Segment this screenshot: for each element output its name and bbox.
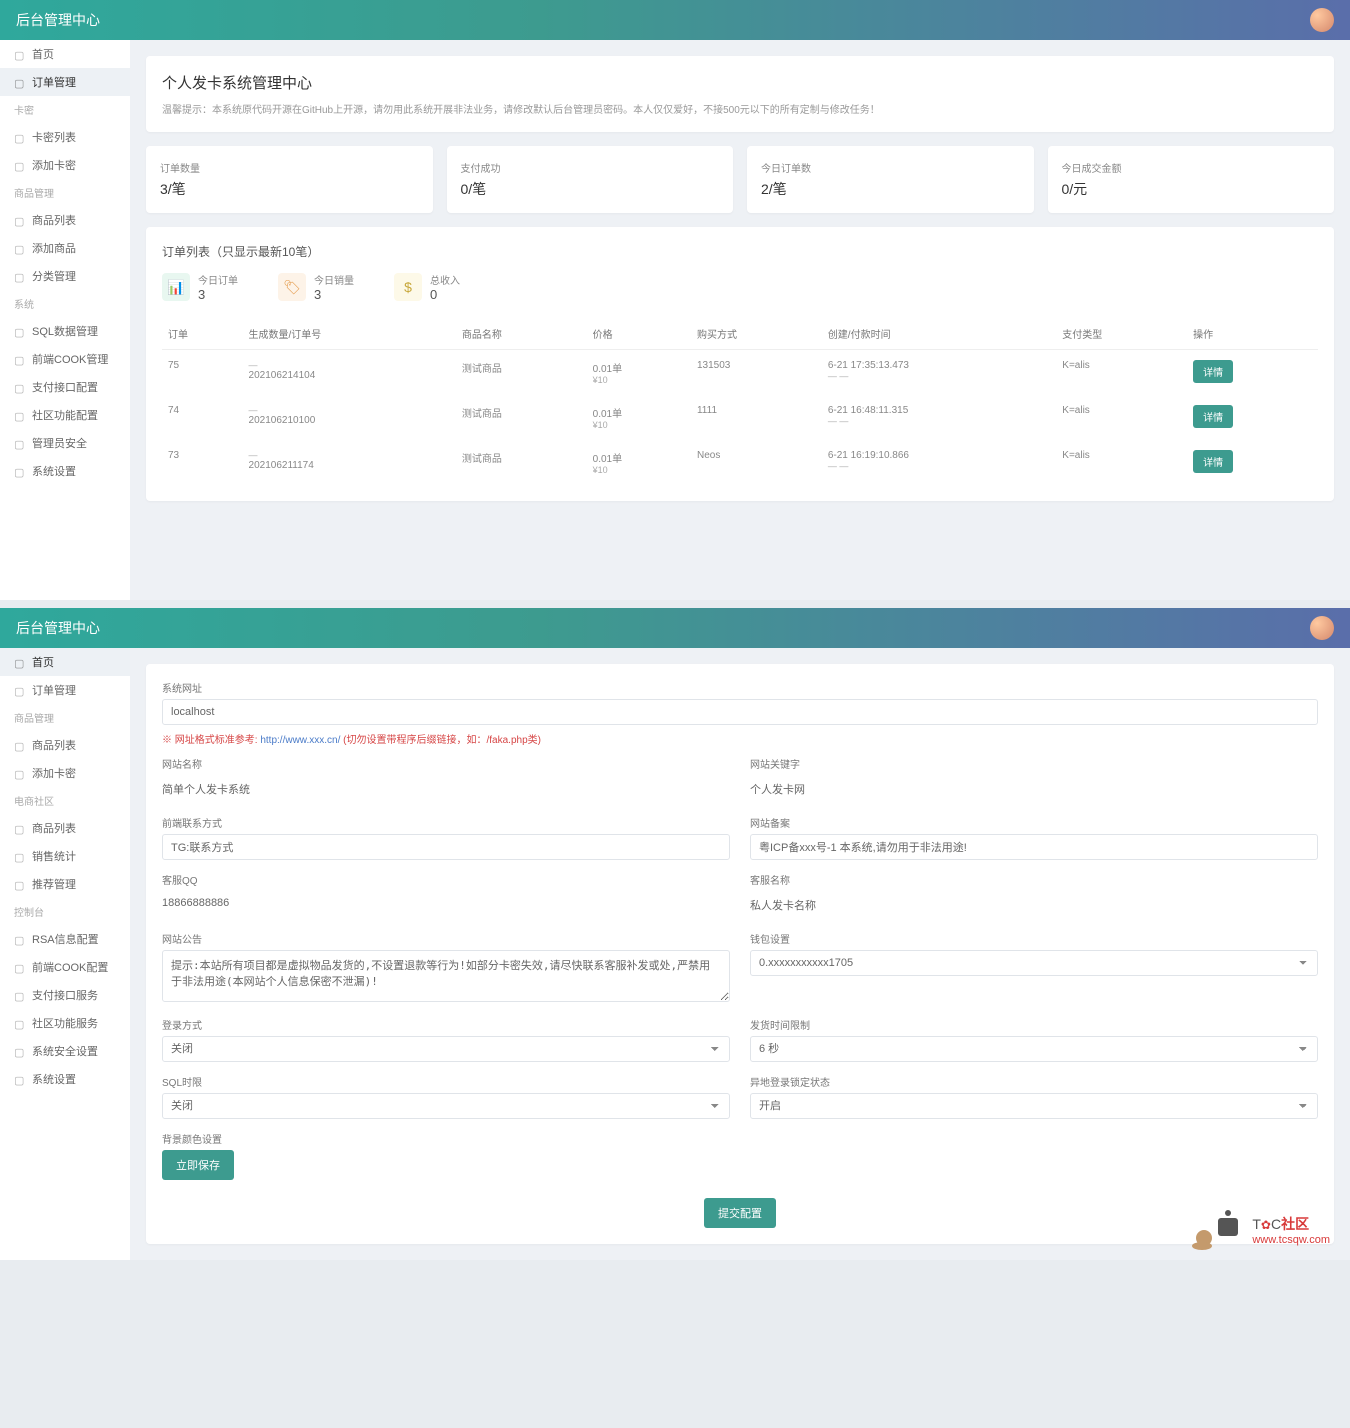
- chart-icon: 📊: [162, 273, 190, 301]
- site-name-value: 简单个人发卡系统: [162, 775, 730, 803]
- sidebar-item[interactable]: ▢系统安全设置: [0, 1037, 130, 1065]
- sidebar-item-orders[interactable]: ▢订单管理: [0, 676, 130, 704]
- sidebar-item-home[interactable]: ▢首页: [0, 648, 130, 676]
- tag-icon: 🏷: [278, 273, 306, 301]
- table-row: 74 —202106210100 测试商品 0.01单¥10 1111 6-21…: [162, 395, 1318, 440]
- orders-table: 订单 生成数量/订单号 商品名称 价格 购买方式 创建/付款时间 支付类型 操作…: [162, 318, 1318, 485]
- header-title: 后台管理中心: [16, 618, 100, 638]
- field-label: 网站备案: [750, 815, 1318, 830]
- sidebar-section: 商品管理: [0, 179, 130, 206]
- money-icon: $: [394, 273, 422, 301]
- settings-form: 系统网址 ※ 网址格式标准参考: http://www.xxx.cn/ (切勿设…: [146, 664, 1334, 1244]
- stat-card: 今日订单数2/笔: [747, 146, 1034, 213]
- sidebar-item-orders[interactable]: ▢订单管理: [0, 68, 130, 96]
- sidebar-item-sql[interactable]: ▢SQL数据管理: [0, 317, 130, 345]
- main-content: 系统网址 ※ 网址格式标准参考: http://www.xxx.cn/ (切勿设…: [130, 648, 1350, 1260]
- sidebar-item-category[interactable]: ▢分类管理: [0, 262, 130, 290]
- site-url-input[interactable]: [162, 699, 1318, 725]
- welcome-sub: 温馨提示：本系统原代码开源在GitHub上开源，请勿用此系统开展非法业务，请修改…: [162, 101, 1318, 116]
- field-label: 背景颜色设置: [162, 1131, 1318, 1146]
- sidebar-item-community[interactable]: ▢社区功能配置: [0, 401, 130, 429]
- kefu-value: 私人发卡名称: [750, 891, 1318, 919]
- sidebar-item[interactable]: ▢社区功能服务: [0, 1009, 130, 1037]
- qq-value: 18866888886: [162, 891, 730, 915]
- stats-row: 订单数量3/笔 支付成功0/笔 今日订单数2/笔 今日成交金额0/元: [146, 146, 1334, 213]
- sidebar-section: 控制台: [0, 898, 130, 925]
- sidebar-section: 商品管理: [0, 704, 130, 731]
- sidebar-item-payment[interactable]: ▢支付接口配置: [0, 373, 130, 401]
- sidebar-item-addcard[interactable]: ▢添加卡密: [0, 151, 130, 179]
- header: 后台管理中心: [0, 0, 1350, 40]
- mini-stat: $总收入0: [394, 272, 460, 302]
- sidebar-item-settings[interactable]: ▢系统设置: [0, 457, 130, 485]
- sidebar-item-addproduct[interactable]: ▢添加商品: [0, 234, 130, 262]
- field-label: 前端联系方式: [162, 815, 730, 830]
- table-row: 73 —202106211174 测试商品 0.01单¥10 Neos 6-21…: [162, 440, 1318, 485]
- stat-card: 支付成功0/笔: [447, 146, 734, 213]
- field-label: 客服名称: [750, 872, 1318, 887]
- wallet-select[interactable]: 0.xxxxxxxxxxx1705: [750, 950, 1318, 976]
- field-label: 网站关键字: [750, 756, 1318, 771]
- stat-card: 今日成交金额0/元: [1048, 146, 1335, 213]
- sidebar-item-cookie[interactable]: ▢前端COOK管理: [0, 345, 130, 373]
- sidebar-item[interactable]: ▢销售统计: [0, 842, 130, 870]
- sidebar-item[interactable]: ▢前端COOK配置: [0, 953, 130, 981]
- mini-stat: 📊今日订单3: [162, 272, 238, 302]
- sidebar-section: 电商社区: [0, 787, 130, 814]
- avatar[interactable]: [1310, 8, 1334, 32]
- announce-textarea[interactable]: 提示:本站所有项目都是虚拟物品发货的,不设置退款等行为!如部分卡密失效,请尽快联…: [162, 950, 730, 1002]
- table-row: 75 —202106214104 测试商品 0.01单¥10 131503 6-…: [162, 350, 1318, 396]
- submit-button[interactable]: 提交配置: [704, 1198, 776, 1228]
- field-label: 网站名称: [162, 756, 730, 771]
- save-button[interactable]: 立即保存: [162, 1150, 234, 1180]
- sidebar-item[interactable]: ▢支付接口服务: [0, 981, 130, 1009]
- sidebar-item[interactable]: ▢添加卡密: [0, 759, 130, 787]
- sidebar-item[interactable]: ▢系统设置: [0, 1065, 130, 1093]
- stat-card: 订单数量3/笔: [146, 146, 433, 213]
- sidebar: ▢首页 ▢订单管理 商品管理 ▢商品列表 ▢添加卡密 电商社区 ▢商品列表 ▢销…: [0, 648, 130, 1260]
- field-label: 钱包设置: [750, 931, 1318, 946]
- avatar[interactable]: [1310, 616, 1334, 640]
- sidebar-item[interactable]: ▢推荐管理: [0, 870, 130, 898]
- field-label: 异地登录锁定状态: [750, 1074, 1318, 1089]
- sidebar-item-adminsec[interactable]: ▢管理员安全: [0, 429, 130, 457]
- sidebar-section: 系统: [0, 290, 130, 317]
- sidebar-section: 卡密: [0, 96, 130, 123]
- sidebar-item-products[interactable]: ▢商品列表: [0, 206, 130, 234]
- sms-select[interactable]: 关闭: [162, 1093, 730, 1119]
- sidebar-item-home[interactable]: ▢首页: [0, 40, 130, 68]
- sidebar-item[interactable]: ▢商品列表: [0, 814, 130, 842]
- sidebar-item[interactable]: ▢商品列表: [0, 731, 130, 759]
- sidebar: ▢首页 ▢订单管理 卡密 ▢卡密列表 ▢添加卡密 商品管理 ▢商品列表 ▢添加商…: [0, 40, 130, 600]
- detail-button[interactable]: 详情: [1193, 405, 1233, 428]
- field-label: 客服QQ: [162, 872, 730, 887]
- detail-button[interactable]: 详情: [1193, 360, 1233, 383]
- sidebar-item-cardlist[interactable]: ▢卡密列表: [0, 123, 130, 151]
- orders-card: 订单列表（只显示最新10笔） 📊今日订单3 🏷今日销量3 $总收入0 订单 生成…: [146, 227, 1334, 501]
- welcome-card: 个人发卡系统管理中心 温馨提示：本系统原代码开源在GitHub上开源，请勿用此系…: [146, 56, 1334, 132]
- lock-select[interactable]: 开启: [750, 1093, 1318, 1119]
- header: 后台管理中心: [0, 608, 1350, 648]
- detail-button[interactable]: 详情: [1193, 450, 1233, 473]
- verify-select[interactable]: 6 秒: [750, 1036, 1318, 1062]
- mini-stat: 🏷今日销量3: [278, 272, 354, 302]
- header-title: 后台管理中心: [16, 10, 100, 30]
- field-label: 网站公告: [162, 931, 730, 946]
- field-label: 登录方式: [162, 1017, 730, 1032]
- beian-input[interactable]: [750, 834, 1318, 860]
- field-label: 系统网址: [162, 680, 1318, 695]
- contact-input[interactable]: [162, 834, 730, 860]
- field-label: 发货时间限制: [750, 1017, 1318, 1032]
- welcome-title: 个人发卡系统管理中心: [162, 72, 1318, 93]
- sidebar-item[interactable]: ▢RSA信息配置: [0, 925, 130, 953]
- keywords-value: 个人发卡网: [750, 775, 1318, 803]
- url-hint: ※ 网址格式标准参考: http://www.xxx.cn/ (切勿设置带程序后…: [162, 731, 1318, 746]
- orders-title: 订单列表（只显示最新10笔）: [162, 243, 1318, 260]
- login-select[interactable]: 关闭: [162, 1036, 730, 1062]
- field-label: SQL时限: [162, 1074, 730, 1089]
- main-content: 个人发卡系统管理中心 温馨提示：本系统原代码开源在GitHub上开源，请勿用此系…: [130, 40, 1350, 600]
